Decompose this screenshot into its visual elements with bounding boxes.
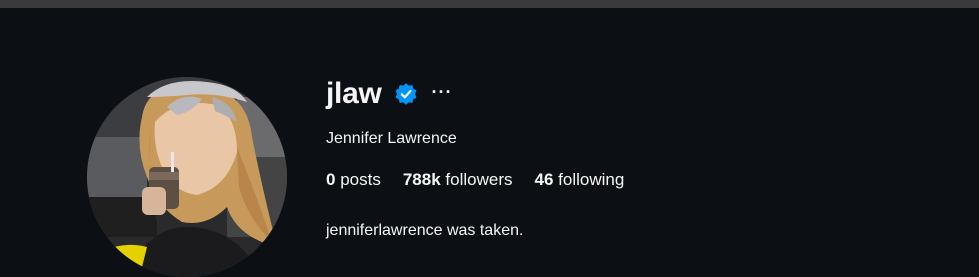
stat-count: 788k [402, 170, 441, 189]
profile-header: jlaw ··· Jennifer Lawrence 0 posts 788k … [0, 8, 979, 277]
more-options-icon[interactable]: ··· [432, 83, 453, 101]
followers-link[interactable]: 788k followers [403, 169, 513, 191]
stat-label: posts [340, 170, 381, 189]
profile-stats: 0 posts 788k followers 46 following [326, 169, 646, 191]
full-name: Jennifer Lawrence [326, 130, 457, 147]
posts-count: 0 posts [326, 169, 381, 191]
username: jlaw [326, 77, 382, 110]
stat-count: 0 [326, 170, 336, 189]
following-link[interactable]: 46 following [535, 169, 625, 191]
browser-top-bar [0, 0, 979, 8]
profile-info: jlaw ··· Jennifer Lawrence 0 posts 788k … [326, 76, 646, 242]
stat-count: 46 [534, 170, 554, 189]
stat-label: following [558, 170, 625, 189]
avatar[interactable] [87, 77, 287, 277]
verified-badge-icon [395, 83, 416, 105]
avatar-photo [87, 77, 287, 277]
profile-bio: jenniferlawrence was taken. [326, 222, 524, 239]
stat-label: followers [445, 170, 513, 189]
username-row: jlaw ··· [326, 76, 646, 112]
